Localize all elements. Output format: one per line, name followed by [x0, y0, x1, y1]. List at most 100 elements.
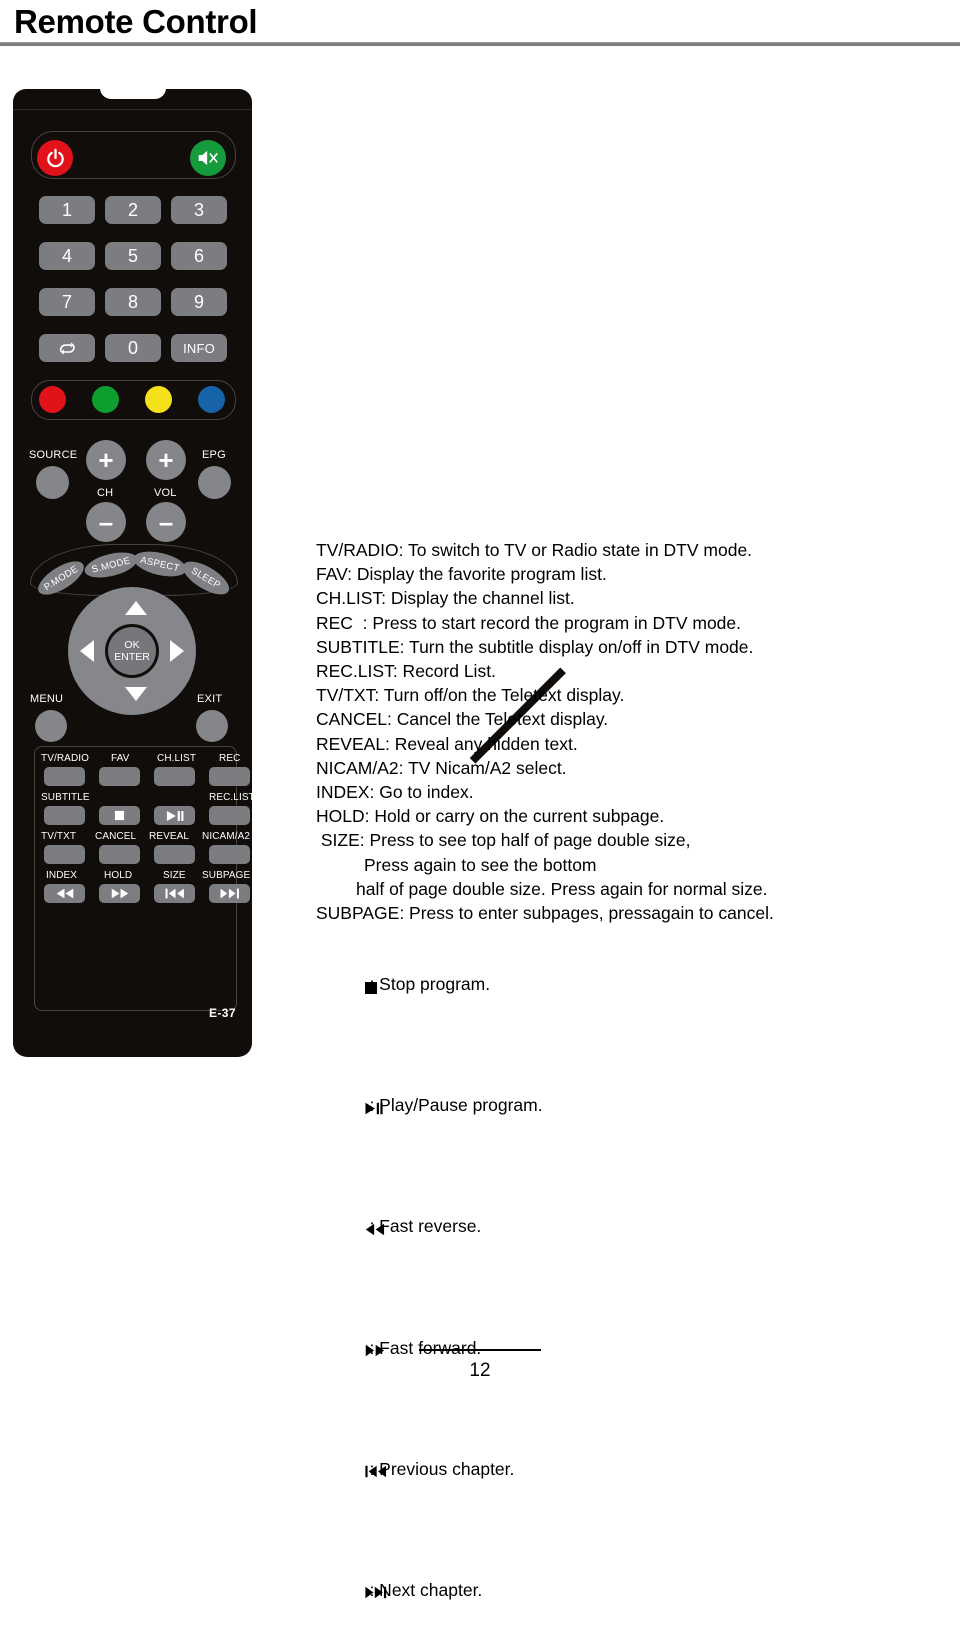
play-pause-button[interactable] — [154, 806, 195, 825]
reveal-button[interactable] — [154, 845, 195, 864]
key-info[interactable]: INFO — [171, 334, 227, 362]
tv-radio-label: TV/RADIO — [41, 753, 90, 764]
desc-line-stop: : Stop program. — [316, 925, 946, 1046]
rec-label: REC — [219, 753, 241, 764]
dpad-up-button[interactable] — [125, 601, 147, 615]
tv-radio-button[interactable] — [44, 767, 85, 786]
channel-down-button[interactable]: – — [86, 502, 126, 542]
ch-list-label: CH.LIST — [157, 753, 197, 764]
hold-fast-forward-button[interactable] — [99, 884, 140, 903]
nicam-a2-button[interactable] — [209, 845, 250, 864]
mute-speaker-icon — [198, 150, 218, 166]
epg-label: EPG — [202, 449, 226, 461]
page-number: 12 — [469, 1360, 491, 1381]
page-title: Remote Control — [14, 3, 258, 40]
fast-reverse-icon — [56, 888, 73, 899]
reveal-label: REVEAL — [149, 831, 190, 842]
nicam-a2-label: NICAM/A2 — [202, 831, 251, 842]
fast-reverse-icon — [335, 1191, 384, 1264]
next-chapter-icon — [335, 1555, 386, 1628]
volume-down-button[interactable]: – — [146, 502, 186, 542]
fav-button[interactable] — [99, 767, 140, 786]
desc-line-fav: FAV: Display the favorite program list. — [316, 564, 607, 585]
color-button-red[interactable] — [39, 386, 66, 413]
fast-forward-icon — [111, 888, 128, 899]
power-icon — [46, 148, 64, 167]
enter-label: ENTER — [114, 651, 150, 663]
desc-line-cancel: CANCEL: Cancel the Teletext display. — [316, 709, 609, 730]
desc-line-tv-txt: TV/TXT: Turn off/on the Teletext display… — [316, 685, 625, 706]
desc-line-rec: REC : Press to start record the program … — [316, 612, 742, 633]
desc-line-previous-chapter: : Previous chapter. — [316, 1409, 946, 1530]
rec-list-button[interactable] — [209, 806, 250, 825]
color-button-blue[interactable] — [198, 386, 225, 413]
key-9[interactable]: 9 — [171, 288, 227, 316]
key-recall[interactable] — [39, 334, 95, 362]
desc-line-hold: HOLD: Hold or carry on the current subpa… — [316, 806, 665, 827]
ok-enter-button[interactable]: OK ENTER — [108, 627, 156, 675]
mute-button[interactable] — [190, 140, 226, 176]
numeric-keypad: 1 2 3 4 5 6 7 8 9 0 INFO — [39, 196, 227, 362]
key-3[interactable]: 3 — [171, 196, 227, 224]
source-button[interactable] — [36, 466, 69, 499]
epg-button[interactable] — [198, 466, 231, 499]
stop-button[interactable] — [99, 806, 140, 825]
rec-button[interactable] — [209, 767, 250, 786]
remote-top-notch — [99, 88, 166, 99]
ch-label: CH — [97, 487, 114, 499]
dpad-down-button[interactable] — [125, 687, 147, 701]
key-2[interactable]: 2 — [105, 196, 161, 224]
index-label: INDEX — [46, 870, 78, 881]
rec-list-label: REC.LIST — [209, 792, 255, 803]
desc-line-tv-radio: TV/RADIO: To switch to TV or Radio state… — [316, 540, 753, 560]
desc-line-rec-list: REC.LIST: Record List. — [316, 661, 496, 682]
source-label: SOURCE — [29, 449, 78, 461]
key-6[interactable]: 6 — [171, 242, 227, 270]
desc-text-stop: : Stop program. — [369, 974, 491, 995]
volume-up-button[interactable]: + — [146, 440, 186, 480]
stop-icon — [335, 949, 377, 1022]
key-0[interactable]: 0 — [105, 334, 161, 362]
key-1[interactable]: 1 — [39, 196, 95, 224]
subpage-next-chapter-button[interactable] — [209, 884, 250, 903]
size-previous-chapter-button[interactable] — [154, 884, 195, 903]
key-4[interactable]: 4 — [39, 242, 95, 270]
brand-logo: andersson — [67, 1056, 198, 1084]
menu-label: MENU — [30, 693, 64, 705]
model-code: E-37 — [209, 1006, 236, 1020]
ok-label: OK — [124, 639, 140, 651]
vol-down-minus: – — [158, 506, 174, 537]
stop-icon — [114, 810, 125, 821]
key-7[interactable]: 7 — [39, 288, 95, 316]
exit-label: EXIT — [197, 693, 223, 705]
desc-line-nicam-a2: NICAM/A2: TV Nicam/A2 select. — [316, 757, 567, 778]
dpad-left-button[interactable] — [80, 640, 94, 662]
dpad-right-button[interactable] — [170, 640, 184, 662]
key-8[interactable]: 8 — [105, 288, 161, 316]
channel-up-button[interactable]: + — [86, 440, 126, 480]
cancel-button[interactable] — [99, 845, 140, 864]
desc-text-previous-chapter: : Previous chapter. — [369, 1458, 515, 1479]
previous-chapter-icon — [165, 888, 184, 899]
subtitle-button[interactable] — [44, 806, 85, 825]
key-5[interactable]: 5 — [105, 242, 161, 270]
tv-txt-button[interactable] — [44, 845, 85, 864]
desc-text-play-pause: : Play/Pause program. — [369, 1095, 543, 1116]
desc-line-ch-list: CH.LIST: Display the channel list. — [316, 588, 575, 609]
footer-divider — [419, 1349, 541, 1351]
desc-line-fast-reverse: : Fast reverse. — [316, 1167, 946, 1288]
desc-line-size: SIZE: Press to see top half of page doub… — [316, 830, 691, 851]
exit-button[interactable] — [196, 710, 228, 742]
desc-line-next-chapter: : Next chapter. — [316, 1530, 946, 1651]
ch-list-button[interactable] — [154, 767, 195, 786]
tv-txt-label: TV/TXT — [41, 831, 77, 842]
desc-line-play-pause: : Play/Pause program. — [316, 1046, 946, 1167]
desc-text-next-chapter: : Next chapter. — [369, 1579, 483, 1600]
power-button[interactable] — [37, 140, 73, 176]
color-button-green[interactable] — [92, 386, 119, 413]
size-label: SIZE — [163, 870, 186, 881]
index-fast-reverse-button[interactable] — [44, 884, 85, 903]
color-button-yellow[interactable] — [145, 386, 172, 413]
menu-button[interactable] — [35, 710, 67, 742]
play-pause-icon — [166, 810, 183, 821]
